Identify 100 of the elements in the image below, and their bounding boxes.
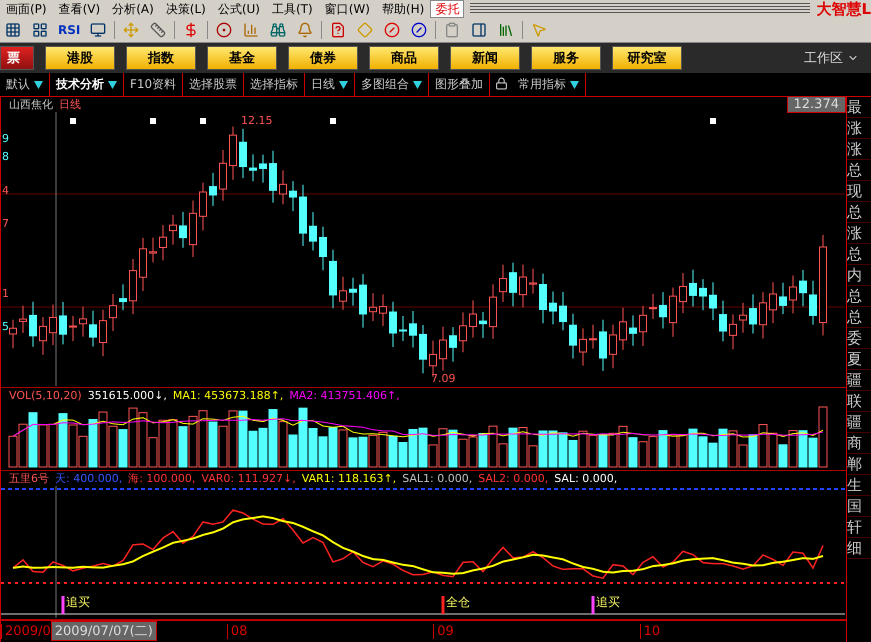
quote-field-label: 内: [847, 265, 871, 286]
market-button[interactable]: 研究室: [612, 46, 682, 70]
candlestick: [559, 291, 567, 331]
candlestick: [119, 284, 127, 311]
candlestick: [139, 237, 147, 292]
candlestick: [599, 319, 607, 372]
candlestick: [359, 274, 367, 328]
quote-field-label: 生: [847, 475, 871, 496]
candlestick: [759, 292, 767, 340]
candlestick: [579, 328, 587, 366]
quote-field-label: 疆: [847, 370, 871, 391]
market-button[interactable]: 港股: [45, 46, 115, 70]
candlestick: [769, 282, 777, 324]
indicator-legend: 海: 100.000,: [128, 471, 196, 486]
candlestick: [449, 326, 457, 362]
low-price-label: 7.09: [431, 372, 456, 385]
quote-field-label: 总: [847, 202, 871, 223]
candlestick: [279, 170, 287, 205]
candlestick: [229, 126, 237, 180]
candlestick: [499, 264, 507, 302]
signal-label: 追买: [66, 595, 90, 609]
candlestick: [689, 269, 697, 307]
candlestick: [779, 282, 787, 315]
date-cursor-label: 2009/07/07(二): [50, 621, 157, 641]
candlestick: [379, 294, 387, 327]
menu-item[interactable]: 决策(L): [160, 0, 212, 18]
indicator-legend: SAL2: 0.000,: [478, 472, 548, 485]
candlestick: [659, 292, 667, 329]
candlestick: [609, 324, 617, 369]
trade-button[interactable]: 委托: [430, 0, 464, 18]
candlestick: [389, 301, 397, 348]
candlestick: [489, 284, 497, 340]
candlestick: [149, 237, 157, 263]
signal-label: 全仓: [446, 595, 470, 609]
workspace-button[interactable]: 工作区: [798, 48, 865, 68]
candlestick: [639, 305, 647, 346]
date-tick-label: 09: [433, 624, 640, 638]
quote-field-label: 疆: [847, 412, 871, 433]
candlestick: [259, 154, 267, 184]
candlestick: [79, 306, 87, 338]
candlestick: [459, 312, 467, 353]
star-marker-icon: [70, 118, 76, 124]
candlestick: [39, 316, 47, 356]
axis-label: 7: [2, 217, 9, 230]
volume-legend: VOL(5,10,20): [9, 389, 82, 402]
quote-field-label: 细: [847, 538, 871, 559]
candlestick: [29, 301, 37, 348]
menu-item[interactable]: 帮助(H): [376, 0, 430, 18]
candlestick: [809, 280, 817, 326]
quote-field-label: 涨: [847, 223, 871, 244]
star-marker-icon: [150, 118, 156, 124]
candlestick: [209, 172, 217, 206]
menu-item[interactable]: 公式(U): [212, 0, 266, 18]
menu-item[interactable]: 窗口(W): [318, 0, 376, 18]
market-button[interactable]: 服务: [531, 46, 601, 70]
candlestick: [289, 180, 297, 212]
candlestick: [89, 310, 97, 347]
price-box: 12.374: [786, 96, 846, 113]
candlestick: [589, 324, 597, 350]
quote-field-label: 委: [847, 328, 871, 349]
quote-field-label: 总: [847, 307, 871, 328]
quote-field-label: 总: [847, 286, 871, 307]
candlestick: [709, 282, 717, 321]
market-button[interactable]: 指数: [126, 46, 196, 70]
candlestick: [339, 276, 347, 310]
quote-field-label: 联: [847, 391, 871, 412]
star-marker-icon: [710, 118, 716, 124]
candlestick: [529, 268, 537, 294]
candlestick: [399, 315, 407, 342]
menu-item[interactable]: 工具(T): [266, 0, 319, 18]
candlestick: [369, 292, 377, 322]
candlestick: [409, 310, 417, 348]
candlestick: [539, 273, 547, 324]
market-button[interactable]: 基金: [207, 46, 277, 70]
candlestick: [319, 226, 327, 271]
axis-label: 5: [2, 320, 9, 333]
candlestick: [299, 184, 307, 246]
candlestick: [479, 311, 487, 338]
candlestick: [719, 300, 727, 342]
menu-item[interactable]: 画面(P): [0, 0, 53, 18]
market-button[interactable]: 票: [0, 46, 34, 70]
candlestick: [439, 326, 447, 371]
menu-item[interactable]: 查看(V): [52, 0, 106, 18]
rsi-button[interactable]: RSI: [56, 20, 82, 40]
candlestick: [9, 319, 17, 349]
market-button[interactable]: 商品: [369, 46, 439, 70]
menu-item[interactable]: 分析(A): [106, 0, 160, 18]
candlestick: [159, 224, 167, 261]
candlestick: [199, 182, 207, 231]
market-button[interactable]: 新闻: [450, 46, 520, 70]
quote-field-label: 夏: [847, 349, 871, 370]
star-marker-icon: [330, 118, 336, 124]
candlestick: [469, 300, 477, 338]
candlestick: [69, 315, 77, 342]
quote-field-label: 郸: [847, 454, 871, 475]
market-button[interactable]: 债券: [288, 46, 358, 70]
axis-label: 4: [2, 184, 9, 197]
signal-label: 追买: [596, 595, 620, 609]
candlestick: [669, 286, 677, 338]
date-tick-label: 10: [640, 624, 846, 638]
